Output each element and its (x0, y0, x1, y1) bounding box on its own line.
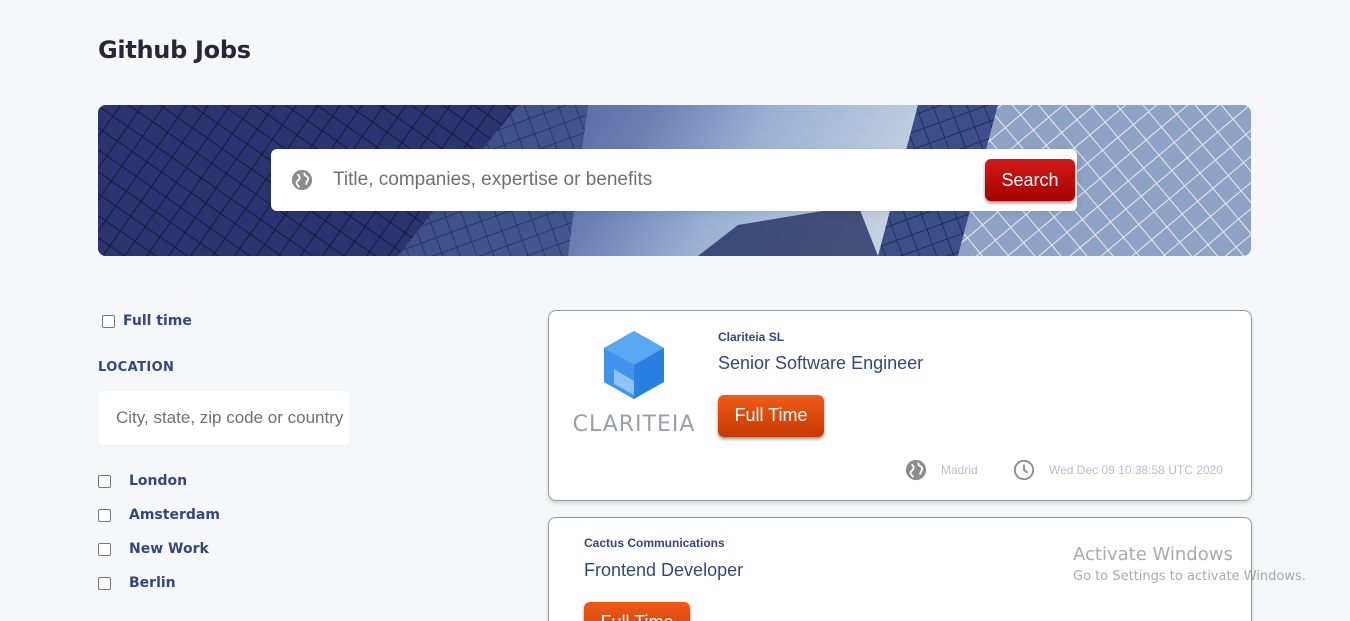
clariteia-logo-icon: CLARITEIA (573, 331, 696, 437)
location-text: Madrid (941, 463, 978, 477)
logo-wordmark: CLARITEIA (573, 412, 696, 437)
search-bar: Search (271, 149, 1077, 211)
city-checkbox[interactable] (98, 576, 111, 590)
location-heading: LOCATION (98, 360, 175, 375)
city-label: New Work (129, 541, 209, 557)
city-label: Amsterdam (129, 507, 220, 523)
full-time-checkbox[interactable] (102, 314, 115, 328)
company-logo: CLARITEIA (569, 329, 699, 439)
job-posted-time: Wed Dec 09 10:38:58 UTC 2020 (1013, 459, 1223, 481)
city-option-new-work[interactable]: New Work (98, 541, 209, 557)
posted-date: Wed Dec 09 10:38:58 UTC 2020 (1049, 463, 1223, 477)
page-title: Github Jobs (98, 36, 251, 64)
search-button[interactable]: Search (985, 159, 1075, 201)
city-option-london[interactable]: London (98, 473, 187, 489)
city-option-amsterdam[interactable]: Amsterdam (98, 507, 220, 523)
watermark-subtitle: Go to Settings to activate Windows. (1073, 569, 1306, 584)
globe-icon (291, 169, 313, 191)
job-title[interactable]: Senior Software Engineer (718, 353, 923, 374)
city-checkbox[interactable] (98, 474, 111, 488)
city-checkbox[interactable] (98, 542, 111, 556)
company-name: Clariteia SL (718, 330, 785, 344)
job-type-badge: Full Time (718, 395, 824, 437)
watermark-title: Activate Windows (1073, 544, 1233, 565)
location-input[interactable] (98, 391, 350, 445)
search-input[interactable] (333, 165, 973, 195)
clock-icon (1013, 459, 1035, 481)
city-label: London (129, 473, 188, 489)
city-label: Berlin (129, 575, 176, 591)
city-option-berlin[interactable]: Berlin (98, 575, 176, 591)
full-time-filter[interactable]: Full time (102, 313, 192, 329)
job-type-badge: Full Time (584, 602, 690, 621)
company-name: Cactus Communications (584, 536, 725, 550)
full-time-label: Full time (123, 313, 192, 329)
job-title[interactable]: Frontend Developer (584, 560, 743, 581)
city-checkbox[interactable] (98, 508, 111, 522)
job-location: Madrid (905, 459, 978, 481)
job-card[interactable]: CLARITEIA Clariteia SL Senior Software E… (548, 310, 1252, 501)
globe-icon (905, 459, 927, 481)
windows-activation-watermark: Activate Windows Go to Settings to activ… (1073, 544, 1306, 584)
